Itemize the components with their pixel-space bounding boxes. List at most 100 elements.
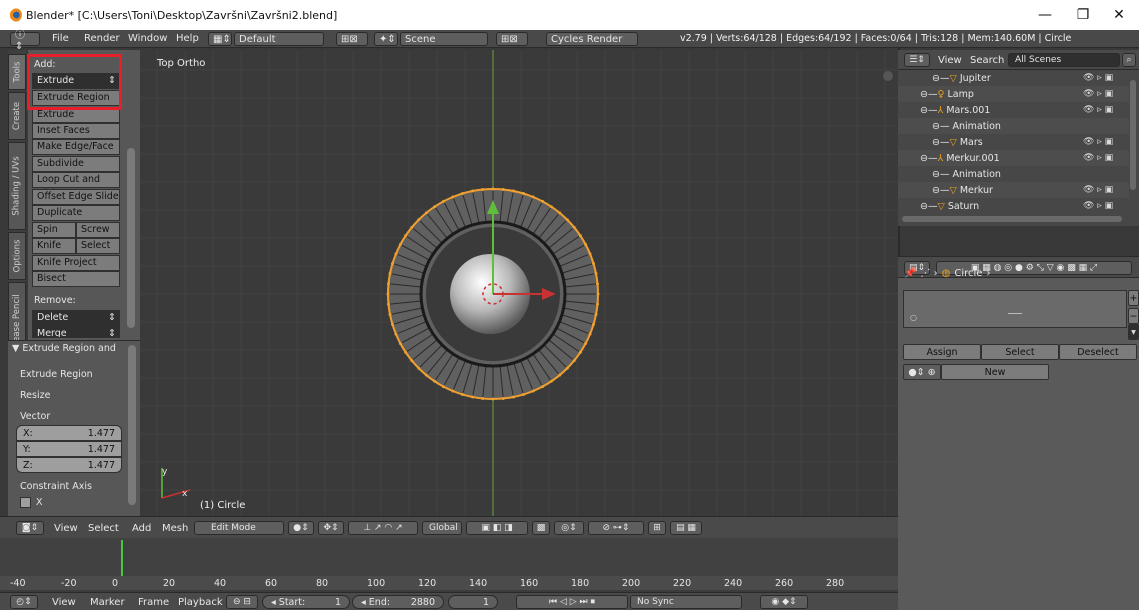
outliner-menu-search[interactable]: Search	[970, 55, 1004, 66]
timeline-track-area[interactable]	[0, 538, 898, 576]
render-engine-select[interactable]: Cycles Render	[546, 32, 638, 46]
vp-menu-add[interactable]: Add	[132, 523, 151, 534]
merge-dropdown[interactable]: Merge ⇕	[32, 326, 120, 338]
vp-menu-view[interactable]: View	[54, 523, 78, 534]
scene-add-remove-icon[interactable]: ⊞⊠	[496, 32, 528, 46]
close-button[interactable]: ✕	[1104, 5, 1134, 25]
inset-faces-button[interactable]: Inset Faces	[32, 123, 120, 139]
tab-create[interactable]: Create	[8, 92, 26, 140]
operator-panel-title[interactable]: ▼ Extrude Region and	[12, 343, 116, 354]
subdivide-button[interactable]: Subdivide	[32, 156, 120, 172]
snap-target-icon[interactable]: ⊞	[648, 521, 666, 535]
sync-mode-select[interactable]: No Sync	[630, 595, 742, 609]
vp-menu-mesh[interactable]: Mesh	[162, 523, 188, 534]
3d-viewport[interactable]: y x Top Ortho (1) Circle	[140, 50, 898, 516]
outliner-row-merkur[interactable]: ⊖— ▽ Merkur 👁 ▹ ▣	[898, 182, 1129, 198]
screw-button[interactable]: Screw	[76, 222, 120, 238]
layout-add-remove-icon[interactable]: ⊞⊠	[336, 32, 368, 46]
select-mode-icons[interactable]: ▣ ◧ ◨	[466, 521, 528, 535]
menu-window[interactable]: Window	[128, 33, 167, 44]
list-resize-handle-icon[interactable]: ○	[910, 313, 917, 322]
mode-select[interactable]: Edit Mode	[194, 521, 284, 535]
offset-edge-slide-button[interactable]: Offset Edge Slide	[32, 189, 120, 205]
outliner-menu-view[interactable]: View	[938, 55, 962, 66]
tab-shading-uvs[interactable]: Shading / UVs	[8, 142, 26, 230]
add-slot-button[interactable]: +	[1128, 290, 1139, 306]
scene-select[interactable]: Scene	[400, 32, 488, 46]
tl-menu-marker[interactable]: Marker	[90, 597, 125, 608]
layout-select[interactable]: Default	[234, 32, 324, 46]
tl-menu-frame[interactable]: Frame	[138, 597, 169, 608]
outliner-row-merkur001[interactable]: ⊖— ⅄ Merkur.001 👁 ▹ ▣	[898, 150, 1129, 166]
new-material-button[interactable]: New	[941, 364, 1049, 380]
timeline-editor-type-icon[interactable]: ◴⇕	[10, 595, 38, 609]
playback-controls-icons[interactable]: ⏮ ◁ ▷ ⏭ ⏹	[516, 595, 628, 609]
shading-select-icon[interactable]: ●⇕	[288, 521, 314, 535]
pin-icon[interactable]: 📌	[904, 268, 916, 279]
outliner-editor-type-icon[interactable]: ☰⇕	[904, 53, 930, 67]
outliner-h-scrollbar[interactable]	[902, 216, 1122, 222]
outliner-row-mars001[interactable]: ⊖— ⅄ Mars.001 👁 ▹ ▣	[898, 102, 1129, 118]
knife-project-button[interactable]: Knife Project	[32, 255, 120, 271]
outliner-row-animation-merkur[interactable]: ⊖— Animation	[898, 166, 1129, 182]
knife-select-button[interactable]: Select	[76, 238, 120, 254]
scene-icon[interactable]: ✦⇕	[374, 32, 398, 46]
end-frame-field[interactable]: ◂ End: 2880	[352, 595, 444, 609]
knife-button[interactable]: Knife	[32, 238, 76, 254]
select-button[interactable]: Select	[981, 344, 1059, 360]
maximize-button[interactable]: ❐	[1068, 5, 1098, 25]
start-frame-field[interactable]: ◂ Start: 1	[262, 595, 350, 609]
deselect-button[interactable]: Deselect	[1059, 344, 1137, 360]
loop-cut-button[interactable]: Loop Cut and Slide	[32, 172, 120, 199]
vector-y-field[interactable]: Y: 1.477	[16, 441, 122, 457]
tl-menu-playback[interactable]: Playback	[178, 597, 223, 608]
current-frame-field[interactable]: 1	[448, 595, 498, 609]
outliner-row-animation-mars[interactable]: ⊖— Animation	[898, 118, 1129, 134]
timeline[interactable]: -40 -20 0 20 40 60 80 100 120 140 160 180 200 220 240 2…	[0, 538, 898, 592]
outliner-row-lamp[interactable]: ⊖— ♀ Lamp 👁 ▹ ▣	[898, 86, 1129, 102]
assign-button[interactable]: Assign	[903, 344, 981, 360]
operator-panel-scrollbar[interactable]	[128, 345, 136, 505]
make-edge-face-button[interactable]: Make Edge/Face	[32, 139, 120, 155]
vp-menu-select[interactable]: Select	[88, 523, 119, 534]
tab-tools[interactable]: Tools	[8, 54, 26, 90]
menu-render[interactable]: Render	[84, 33, 120, 44]
spin-button[interactable]: Spin	[32, 222, 76, 238]
pivot-select-icon[interactable]: ✥⇕	[318, 521, 344, 535]
material-browse-icon[interactable]: ●⇕ ⊕	[903, 364, 941, 380]
outliner-filter-select[interactable]: All Scenes	[1008, 53, 1120, 67]
tab-options[interactable]: Options	[8, 232, 26, 280]
manipulator-icons[interactable]: ⊥ ↗ ◠ ↗	[348, 521, 418, 535]
bisect-button[interactable]: Bisect	[32, 271, 120, 287]
material-slot-list[interactable]: ○	[903, 290, 1127, 328]
menu-file[interactable]: File	[52, 33, 69, 44]
viewport-canvas[interactable]: y x	[140, 50, 898, 516]
duplicate-button[interactable]: Duplicate	[32, 205, 120, 221]
outliner-search-icon[interactable]: ⌕	[1122, 53, 1136, 67]
list-grip-icon[interactable]	[1008, 313, 1022, 314]
orientation-select[interactable]: Global	[422, 521, 462, 535]
proportional-edit-icon[interactable]: ◎⇕	[554, 521, 584, 535]
viewport-editor-type-icon[interactable]: ◙⇕	[16, 521, 44, 535]
layout-grid-icon[interactable]: ▦⇕	[208, 32, 232, 46]
render-preview-icons[interactable]: ▤ ▦	[670, 521, 702, 535]
outliner-v-scrollbar[interactable]	[1130, 80, 1136, 190]
slot-menu-button[interactable]: ▾	[1128, 324, 1139, 340]
delete-dropdown[interactable]: Delete ⇕	[32, 310, 120, 326]
menu-help[interactable]: Help	[176, 33, 199, 44]
outliner-row-jupiter[interactable]: ⊖— ▽ Jupiter 👁 ▹ ▣	[898, 70, 1129, 86]
editor-type-icon[interactable]: ⓘ ⇕	[10, 30, 40, 52]
remove-slot-button[interactable]: −	[1128, 308, 1139, 324]
auto-keying-icons[interactable]: ◉ ◆⇕	[760, 595, 808, 609]
keying-icons[interactable]: ⊖ ⊟	[226, 595, 258, 609]
outliner-row-saturn[interactable]: ⊖— ▽ Saturn 👁 ▹ ▣	[898, 198, 1129, 214]
vector-x-field[interactable]: X: 1.477	[16, 425, 122, 441]
vector-z-field[interactable]: Z: 1.477	[16, 457, 122, 473]
current-frame-indicator[interactable]	[121, 540, 123, 576]
tl-menu-view[interactable]: View	[52, 597, 76, 608]
outliner-row-mars[interactable]: ⊖— ▽ Mars 👁 ▹ ▣	[898, 134, 1129, 150]
constraint-x-checkbox[interactable]	[20, 497, 31, 508]
toolshelf-scrollbar[interactable]	[127, 148, 135, 328]
occlude-geometry-icon[interactable]: ▩	[532, 521, 550, 535]
snapping-icons[interactable]: ⊘ ⊶⇕	[588, 521, 644, 535]
